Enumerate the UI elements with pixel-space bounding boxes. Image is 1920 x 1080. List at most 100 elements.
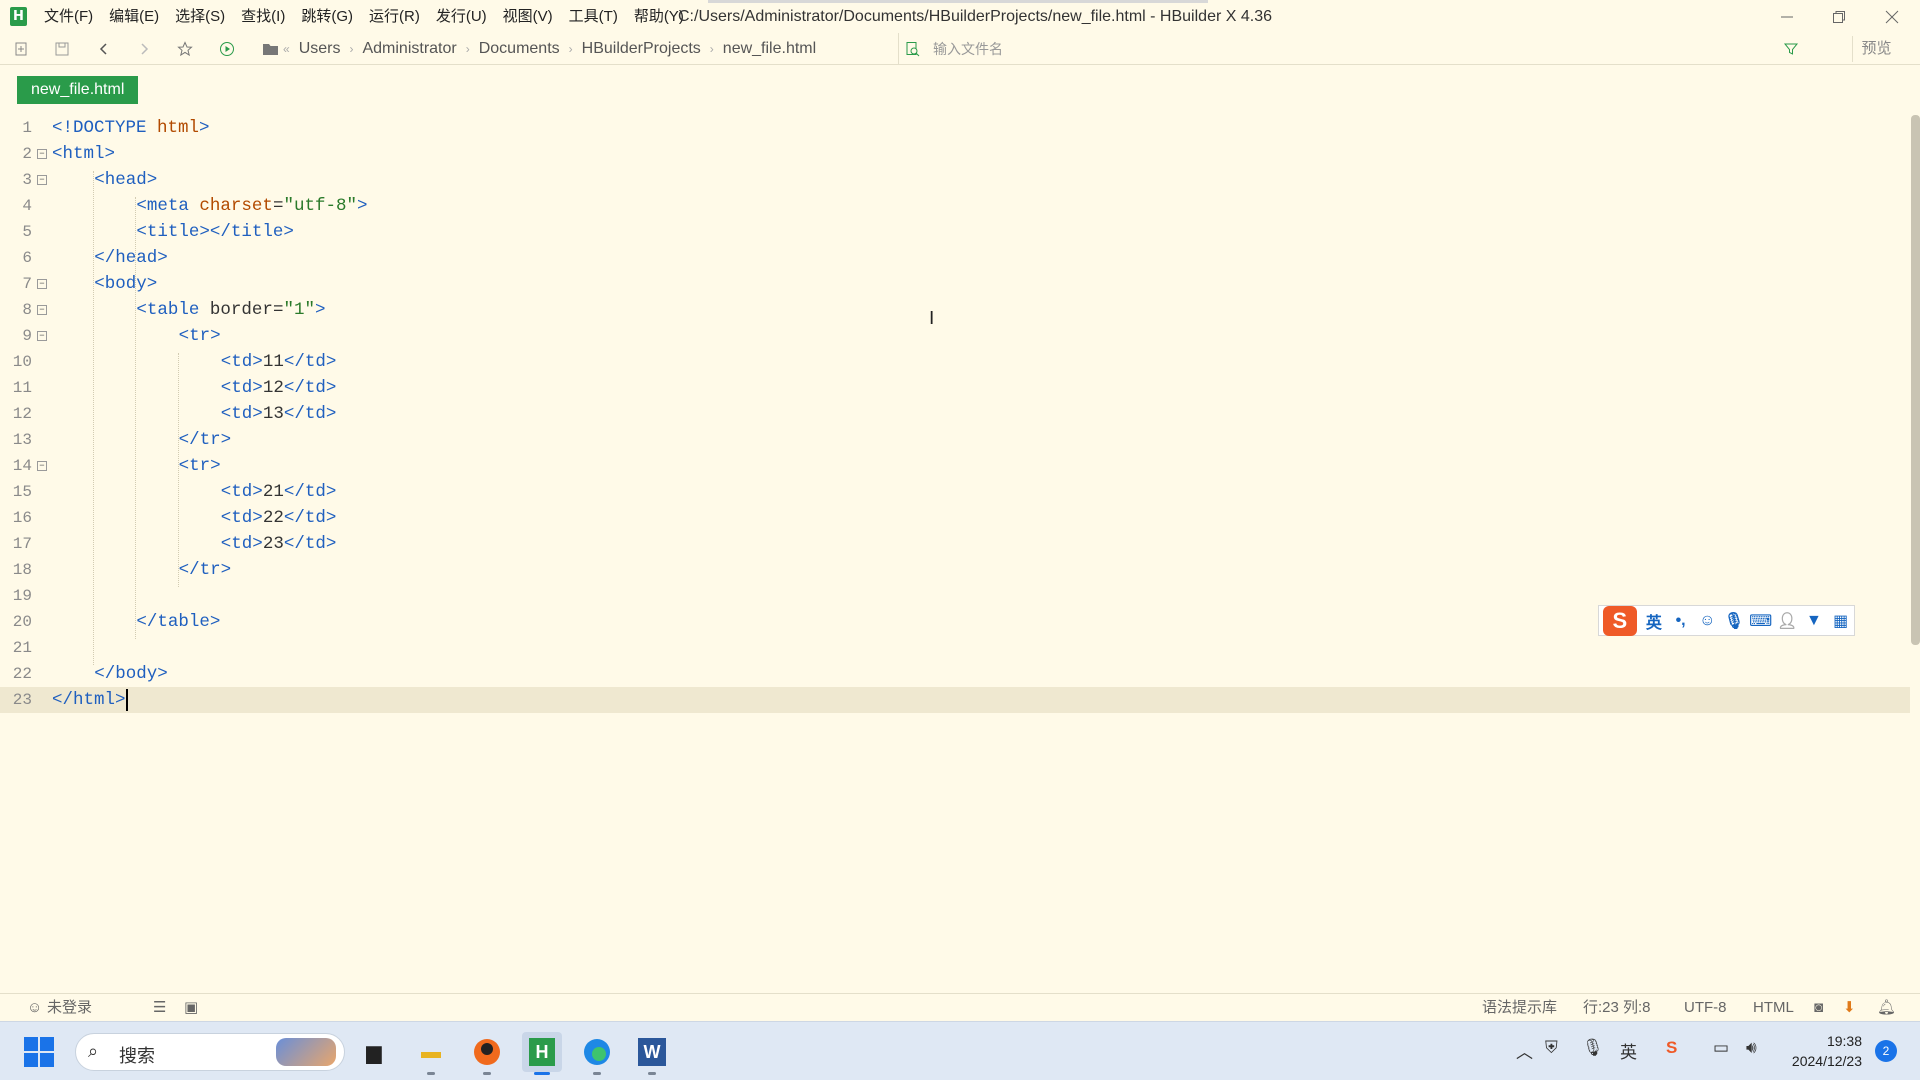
menu-find[interactable]: 查找(I) (233, 0, 293, 33)
line-number[interactable]: 8 (0, 297, 32, 323)
menu-run[interactable]: 运行(R) (361, 0, 428, 33)
code-line[interactable]: 13 </tr> (0, 427, 1910, 453)
hbuilderx-icon[interactable]: H (522, 1032, 562, 1075)
line-number[interactable]: 9 (0, 323, 32, 349)
menu-select[interactable]: 选择(S) (167, 0, 233, 33)
emoji-icon[interactable]: ☺ (1694, 612, 1721, 630)
microphone-icon[interactable]: 🎙︎ (1721, 611, 1748, 631)
fold-toggle-icon[interactable]: − (37, 279, 47, 289)
fold-toggle-icon[interactable]: − (37, 331, 47, 341)
run-icon[interactable] (217, 39, 237, 59)
new-file-icon[interactable] (11, 39, 31, 59)
line-number[interactable]: 13 (0, 427, 32, 453)
menu-goto[interactable]: 跳转(G) (293, 0, 361, 33)
tray-expand-icon[interactable]: ︿ (1516, 1038, 1533, 1063)
ime-mode-toggle[interactable]: 英 (1641, 609, 1668, 633)
menu-file[interactable]: 文件(F) (36, 0, 101, 33)
sogou-tray-icon[interactable]: S (1666, 1038, 1677, 1058)
line-number[interactable]: 14 (0, 453, 32, 479)
fold-toggle-icon[interactable]: − (37, 461, 47, 471)
chat-icon[interactable]: ◙ (1814, 994, 1823, 1022)
notification-badge[interactable]: 2 (1875, 1040, 1897, 1062)
line-number[interactable]: 21 (0, 635, 32, 661)
line-number[interactable]: 3 (0, 167, 32, 193)
menu-tools[interactable]: 工具(T) (561, 0, 626, 33)
forward-icon[interactable] (134, 39, 154, 59)
star-icon[interactable] (175, 39, 195, 59)
task-view-icon[interactable]: ▆ (354, 1032, 394, 1072)
keyboard-icon[interactable]: ⌨︎ (1747, 611, 1774, 631)
line-number[interactable]: 6 (0, 245, 32, 271)
back-icon[interactable] (94, 39, 114, 59)
code-line[interactable]: 5 <title></title> (0, 219, 1910, 245)
menu-view[interactable]: 视图(V) (495, 0, 561, 33)
breadcrumb-hbuilderprojects[interactable]: HBuilderProjects (582, 40, 701, 58)
code-line[interactable]: 4 <meta charset="utf-8"> (0, 193, 1910, 219)
sogou-logo-icon[interactable]: S (1603, 605, 1637, 636)
code-line[interactable]: 16 <td>22</td> (0, 505, 1910, 531)
save-icon[interactable] (52, 39, 72, 59)
grid-icon[interactable]: ▦ (1827, 611, 1854, 631)
fold-toggle-icon[interactable]: − (37, 149, 47, 159)
code-line[interactable]: 21 (0, 635, 1910, 661)
sogou-browser-icon[interactable] (467, 1032, 507, 1075)
line-number[interactable]: 2 (0, 141, 32, 167)
code-line[interactable]: 23 </html> (0, 687, 1910, 713)
line-number[interactable]: 4 (0, 193, 32, 219)
start-button[interactable] (24, 1037, 54, 1067)
code-line[interactable]: 12 <td>13</td> (0, 401, 1910, 427)
vertical-scrollbar[interactable] (1911, 115, 1920, 645)
line-number[interactable]: 18 (0, 557, 32, 583)
breadcrumb-documents[interactable]: Documents (479, 40, 560, 58)
breadcrumb-users[interactable]: Users (299, 40, 341, 58)
network-icon[interactable]: ▭ (1713, 1038, 1729, 1058)
bell-icon[interactable]: 🔔︎ (1877, 994, 1896, 1022)
code-line[interactable]: 3− <head> (0, 167, 1910, 193)
user-icon[interactable]: 👤︎ (1774, 611, 1801, 631)
taskbar-search[interactable]: ⌕ 搜索 (75, 1033, 345, 1071)
code-line[interactable]: 18 </tr> (0, 557, 1910, 583)
code-line[interactable]: 2− <html> (0, 141, 1910, 167)
line-number[interactable]: 22 (0, 661, 32, 687)
menu-publish[interactable]: 发行(U) (428, 0, 495, 33)
minimize-button[interactable] (1762, 0, 1812, 33)
fold-toggle-icon[interactable]: − (37, 305, 47, 315)
file-search-input[interactable] (933, 38, 1693, 60)
terminal-icon[interactable]: ▣ (184, 994, 198, 1022)
code-line[interactable]: 1 <!DOCTYPE html> (0, 115, 1910, 141)
fold-toggle-icon[interactable]: − (37, 175, 47, 185)
line-number[interactable]: 16 (0, 505, 32, 531)
security-tray-icon[interactable]: ⛨ (1545, 1038, 1558, 1058)
line-number[interactable]: 11 (0, 375, 32, 401)
menu-edit[interactable]: 编辑(E) (101, 0, 167, 33)
code-line[interactable]: 9− <tr> (0, 323, 1910, 349)
file-explorer-icon[interactable]: ▬ (411, 1032, 451, 1075)
syntax-library[interactable]: 语法提示库 (1482, 994, 1557, 1022)
download-icon[interactable]: ⬇ (1843, 994, 1856, 1022)
close-button[interactable] (1867, 0, 1917, 33)
line-number[interactable]: 20 (0, 609, 32, 635)
ime-tray-label[interactable]: 英 (1620, 1038, 1637, 1063)
clock[interactable]: 19:38 2024/12/23 (1782, 1031, 1862, 1071)
line-number[interactable]: 19 (0, 583, 32, 609)
edge-icon[interactable] (577, 1032, 617, 1075)
line-number[interactable]: 10 (0, 349, 32, 375)
line-number[interactable]: 15 (0, 479, 32, 505)
code-line[interactable]: 7− <body> (0, 271, 1910, 297)
code-line[interactable]: 14− <tr> (0, 453, 1910, 479)
line-number[interactable]: 5 (0, 219, 32, 245)
microphone-tray-icon[interactable]: 🎙︎ (1582, 1038, 1604, 1058)
code-editor[interactable]: 1 <!DOCTYPE html> 2− <html> 3− <head> 4 <meta c… (0, 115, 1910, 990)
volume-icon[interactable]: 🔊︎ (1746, 1038, 1757, 1058)
code-line[interactable]: 17 <td>23</td> (0, 531, 1910, 557)
menu-help[interactable]: 帮助(Y) (626, 0, 692, 33)
cursor-position[interactable]: 行:23 列:8 (1583, 994, 1651, 1022)
line-number[interactable]: 1 (0, 115, 32, 141)
code-line[interactable]: 22 </body> (0, 661, 1910, 687)
outline-icon[interactable]: ☰ (153, 994, 166, 1022)
restore-button[interactable] (1814, 0, 1864, 33)
line-number[interactable]: 7 (0, 271, 32, 297)
skin-icon[interactable]: ▼ (1801, 612, 1828, 630)
code-line[interactable]: 6 </head> (0, 245, 1910, 271)
line-number[interactable]: 12 (0, 401, 32, 427)
